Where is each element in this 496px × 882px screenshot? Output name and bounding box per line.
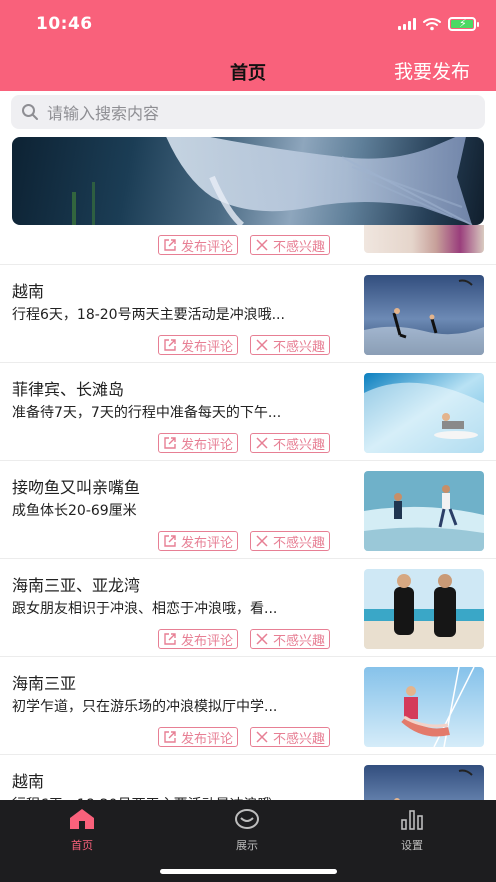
fish-illustration bbox=[72, 137, 473, 225]
external-link-icon bbox=[163, 338, 177, 352]
banner-image[interactable] bbox=[12, 137, 484, 225]
item-actions: 发布评论 不感兴趣 bbox=[158, 727, 331, 747]
search-bar: 请输入搜索内容 bbox=[0, 91, 496, 135]
item-title: 接吻鱼又叫亲嘴鱼 bbox=[12, 478, 141, 497]
list-item[interactable]: 发布评论 不感兴趣 bbox=[0, 225, 496, 265]
item-description: 初学乍道，只在游乐场的冲浪模拟厅中学... bbox=[12, 699, 278, 715]
close-icon bbox=[255, 338, 269, 352]
comment-button[interactable]: 发布评论 bbox=[158, 433, 239, 453]
list-item[interactable]: 越南 行程6天，18-20号两天主要活动是冲浪哦... 发布评论 不感兴趣 bbox=[0, 265, 496, 363]
item-title: 海南三亚、亚龙湾 bbox=[12, 576, 141, 595]
comment-button[interactable]: 发布评论 bbox=[158, 531, 239, 551]
item-thumbnail[interactable] bbox=[364, 225, 484, 253]
status-time: 10:46 bbox=[36, 14, 93, 34]
tab-settings[interactable]: 设置 bbox=[372, 808, 452, 853]
dismiss-button[interactable]: 不感兴趣 bbox=[250, 727, 331, 747]
item-description: 准备待7天，7天的行程中准备每天的下午... bbox=[12, 405, 282, 421]
signal-icon bbox=[398, 18, 416, 30]
item-description: 行程6天，18-20号两天主要活动是冲浪哦... bbox=[12, 307, 285, 323]
list-item[interactable]: 海南三亚 初学乍道，只在游乐场的冲浪模拟厅中学... 发布评论 不感兴趣 bbox=[0, 657, 496, 755]
tab-showcase[interactable]: 展示 bbox=[207, 808, 287, 853]
dismiss-button[interactable]: 不感兴趣 bbox=[250, 235, 331, 255]
home-indicator bbox=[160, 869, 337, 874]
close-icon bbox=[255, 730, 269, 744]
home-icon bbox=[70, 809, 94, 829]
close-icon bbox=[255, 436, 269, 450]
search-placeholder: 请输入搜索内容 bbox=[47, 104, 160, 123]
status-icons: ⚡ bbox=[398, 16, 479, 32]
close-icon bbox=[255, 534, 269, 548]
comment-button[interactable]: 发布评论 bbox=[158, 235, 239, 255]
list-item[interactable]: 菲律宾、长滩岛 准备待7天，7天的行程中准备每天的下午... 发布评论 不感兴趣 bbox=[0, 363, 496, 461]
item-thumbnail[interactable] bbox=[364, 471, 484, 551]
close-icon bbox=[255, 238, 269, 252]
comment-button[interactable]: 发布评论 bbox=[158, 727, 239, 747]
dismiss-button[interactable]: 不感兴趣 bbox=[250, 433, 331, 453]
item-title: 越南 bbox=[12, 282, 45, 301]
item-description: 跟女朋友相识于冲浪、相恋于冲浪哦，看... bbox=[12, 601, 278, 617]
search-icon bbox=[22, 104, 38, 120]
external-link-icon bbox=[163, 238, 177, 252]
dismiss-button[interactable]: 不感兴趣 bbox=[250, 629, 331, 649]
top-bar: 10:46 ⚡ 首页 我要发布 bbox=[0, 0, 496, 91]
item-actions: 发布评论 不感兴趣 bbox=[158, 531, 331, 551]
close-icon bbox=[255, 632, 269, 646]
item-description: 成鱼体长20-69厘米 bbox=[12, 503, 137, 519]
external-link-icon bbox=[163, 632, 177, 646]
wifi-icon bbox=[423, 18, 441, 31]
item-title: 越南 bbox=[12, 772, 45, 791]
battery-icon: ⚡ bbox=[448, 17, 479, 31]
comment-button[interactable]: 发布评论 bbox=[158, 335, 239, 355]
item-title: 海南三亚 bbox=[12, 674, 77, 693]
list-item[interactable]: 海南三亚、亚龙湾 跟女朋友相识于冲浪、相恋于冲浪哦，看... 发布评论 不感兴趣 bbox=[0, 559, 496, 657]
item-thumbnail[interactable] bbox=[364, 667, 484, 747]
external-link-icon bbox=[163, 534, 177, 548]
item-actions: 发布评论 不感兴趣 bbox=[158, 629, 331, 649]
publish-button[interactable]: 我要发布 bbox=[394, 57, 470, 84]
item-actions: 发布评论 不感兴趣 bbox=[158, 433, 331, 453]
external-link-icon bbox=[163, 730, 177, 744]
comment-button[interactable]: 发布评论 bbox=[158, 629, 239, 649]
dismiss-button[interactable]: 不感兴趣 bbox=[250, 335, 331, 355]
item-title: 菲律宾、长滩岛 bbox=[12, 380, 125, 399]
search-input[interactable]: 请输入搜索内容 bbox=[11, 95, 485, 129]
item-actions: 发布评论 不感兴趣 bbox=[158, 235, 331, 255]
list-item[interactable]: 接吻鱼又叫亲嘴鱼 成鱼体长20-69厘米 发布评论 不感兴趣 bbox=[0, 461, 496, 559]
bar-chart-icon bbox=[401, 810, 423, 830]
item-thumbnail[interactable] bbox=[364, 569, 484, 649]
feed-list: 发布评论 不感兴趣 越南 行程6天，18-20号两天主要活动是冲浪哦... 发布… bbox=[0, 225, 496, 853]
item-actions: 发布评论 不感兴趣 bbox=[158, 335, 331, 355]
item-thumbnail[interactable] bbox=[364, 275, 484, 355]
item-thumbnail[interactable] bbox=[364, 373, 484, 453]
tab-home[interactable]: 首页 bbox=[42, 808, 122, 853]
external-link-icon bbox=[163, 436, 177, 450]
dismiss-button[interactable]: 不感兴趣 bbox=[250, 531, 331, 551]
eye-icon bbox=[235, 809, 259, 829]
